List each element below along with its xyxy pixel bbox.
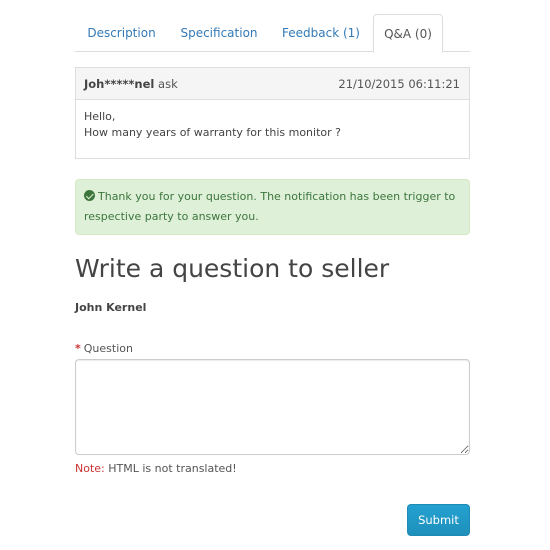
qa-greeting: Hello, xyxy=(84,110,116,123)
question-input[interactable] xyxy=(75,359,470,455)
form-title: Write a question to seller xyxy=(75,254,390,283)
required-mark: * xyxy=(75,342,81,355)
note-text: HTML is not translated! xyxy=(108,462,237,475)
tab-feedback[interactable]: Feedback (1) xyxy=(271,14,371,52)
alert-message: Thank you for your question. The notific… xyxy=(84,190,456,223)
question-label-text: Question xyxy=(83,342,133,355)
qa-page: Description Specification Feedback (1) Q… xyxy=(0,0,550,550)
check-circle-icon xyxy=(84,190,95,201)
success-alert: Thank you for your question. The notific… xyxy=(75,179,470,235)
qa-date: 21/10/2015 06:11:21 xyxy=(338,77,460,91)
tab-qa[interactable]: Q&A (0) xyxy=(373,14,443,53)
qa-verb: ask xyxy=(158,77,178,91)
qa-entry-header: Joh*****nel ask 21/10/2015 06:11:21 xyxy=(76,68,469,100)
qa-entry: Joh*****nel ask 21/10/2015 06:11:21 Hell… xyxy=(75,67,470,159)
qa-author: Joh*****nel xyxy=(84,77,155,91)
tab-specification[interactable]: Specification xyxy=(172,14,266,52)
tab-bar: Description Specification Feedback (1) Q… xyxy=(75,14,470,53)
author-name: John Kernel xyxy=(75,301,147,314)
html-note: Note: HTML is not translated! xyxy=(75,462,237,475)
submit-button[interactable]: Submit xyxy=(407,504,470,536)
qa-author-line: Joh*****nel ask xyxy=(84,77,178,91)
qa-entry-body: Hello, How many years of warranty for th… xyxy=(76,100,469,150)
note-label: Note: xyxy=(75,462,105,475)
question-label: * Question xyxy=(75,342,133,355)
tab-description[interactable]: Description xyxy=(75,14,168,52)
qa-message: How many years of warranty for this moni… xyxy=(84,126,341,139)
